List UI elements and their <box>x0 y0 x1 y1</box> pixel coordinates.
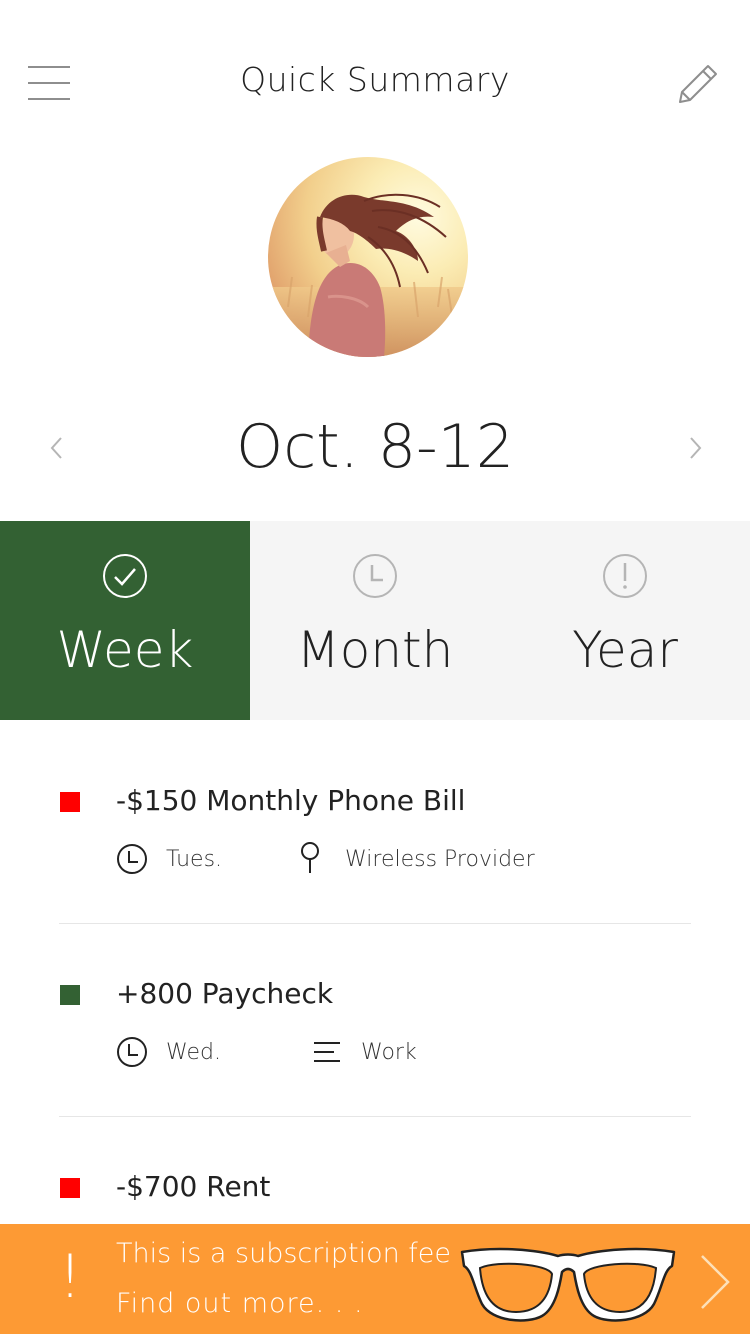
transaction-detail: Work <box>361 1040 417 1065</box>
date-range-label: Oct. 8-12 <box>235 412 515 482</box>
clock-icon <box>117 1037 147 1067</box>
clock-icon <box>353 554 397 598</box>
location-pin-icon <box>301 842 319 873</box>
expense-marker <box>60 792 80 812</box>
clock-icon <box>117 844 147 874</box>
header: Quick Summary <box>0 0 750 150</box>
transaction-title: +800 Paycheck <box>116 977 334 1010</box>
expense-marker <box>60 1178 80 1198</box>
transaction-day: Tues. <box>166 847 223 872</box>
next-period-button[interactable] <box>680 428 712 468</box>
page-title: Quick Summary <box>240 60 510 99</box>
tab-month[interactable]: Month <box>250 521 500 720</box>
date-navigation: Oct. 8-12 <box>0 400 750 500</box>
avatar[interactable] <box>268 157 468 357</box>
lines-icon <box>314 1042 340 1062</box>
transaction-day: Wed. <box>166 1040 221 1065</box>
tab-week-label: Week <box>56 621 194 679</box>
edit-button[interactable] <box>672 58 722 108</box>
transaction-title: -$700 Rent <box>116 1170 271 1203</box>
alert-icon: ! <box>58 1242 83 1312</box>
check-circle-icon <box>103 554 147 598</box>
income-marker <box>60 985 80 1005</box>
list-item[interactable]: -$150 Monthly Phone Bill Tues. Wireless … <box>0 720 750 913</box>
banner-link[interactable]: Find out more. . . <box>116 1288 364 1319</box>
banner-message: This is a subscription fee <box>116 1238 452 1269</box>
tab-year-label: Year <box>572 621 678 679</box>
tab-week[interactable]: Week <box>0 521 250 720</box>
subscription-banner[interactable]: ! This is a subscription fee Find out mo… <box>0 1224 750 1334</box>
period-tabs: Week Month Year <box>0 521 750 720</box>
tab-month-label: Month <box>296 621 454 679</box>
chevron-right-icon <box>690 437 702 459</box>
pencil-icon <box>679 65 717 103</box>
glasses-icon <box>460 1247 676 1322</box>
transaction-detail: Wireless Provider <box>345 847 535 872</box>
exclamation-circle-icon <box>603 554 647 598</box>
chevron-right-icon <box>701 1255 730 1309</box>
tab-year[interactable]: Year <box>500 521 750 720</box>
list-item[interactable]: +800 Paycheck Wed. Work <box>0 913 750 1106</box>
avatar-photo <box>268 157 468 357</box>
transaction-title: -$150 Monthly Phone Bill <box>116 784 466 817</box>
